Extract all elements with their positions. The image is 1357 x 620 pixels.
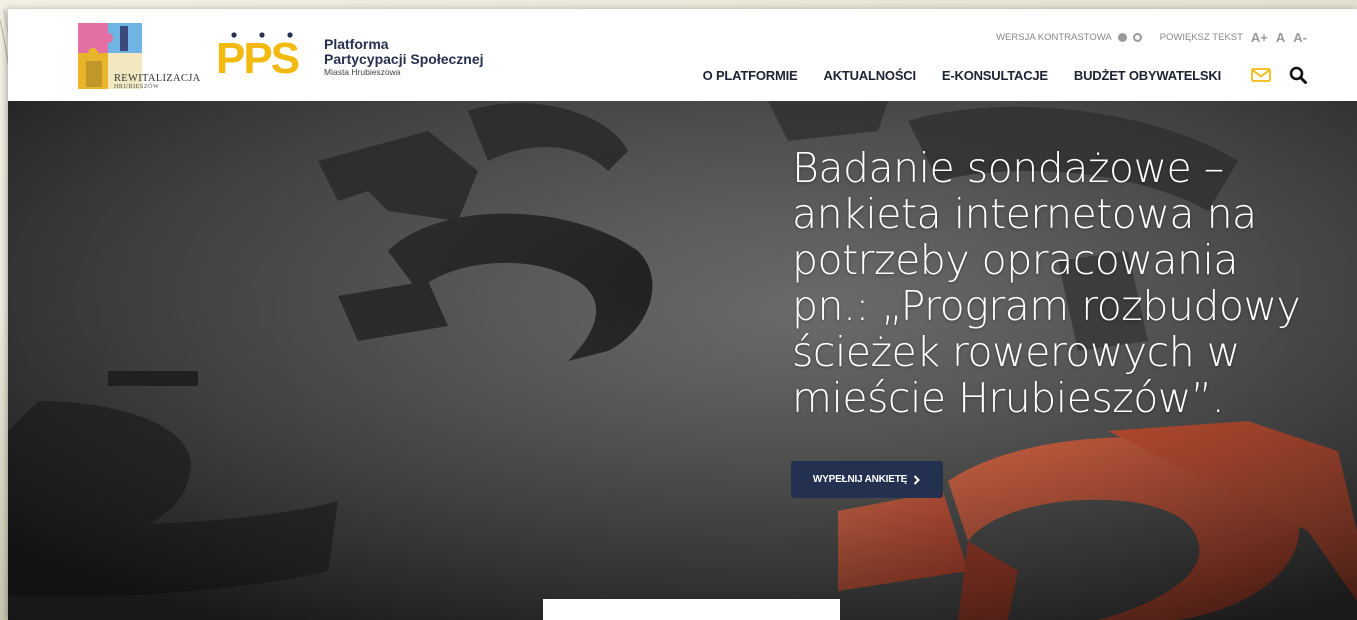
pps-dot-2 <box>259 32 265 38</box>
content-tab-placeholder <box>543 599 840 620</box>
mail-icon[interactable] <box>1251 68 1271 82</box>
contrast-label: WERSJA KONTRASTOWA <box>996 31 1112 43</box>
chevron-right-icon <box>913 474 921 485</box>
nav-item-aktualnosci[interactable]: AKTUALNOŚCI <box>824 68 917 83</box>
text-size-increase-button[interactable]: A+ <box>1251 30 1268 45</box>
search-icon[interactable] <box>1289 66 1307 84</box>
hero-title: Badanie sondażowe – ankieta internetowa … <box>792 144 1301 422</box>
contrast-toggle[interactable]: WERSJA KONTRASTOWA <box>996 32 1142 43</box>
accessibility-bar: WERSJA KONTRASTOWA POWIĘKSZ TEKST A+ A A… <box>996 29 1307 45</box>
fill-survey-button[interactable]: WYPEŁNIJ ANKIETĘ <box>791 461 943 498</box>
main-nav: O PLATFORMIE AKTUALNOŚCI E-KONSULTACJE B… <box>677 66 1307 84</box>
pps-logo-text: PPS <box>216 34 299 79</box>
nav-item-budzet-obywatelski[interactable]: BUDŻET OBYWATELSKI <box>1074 68 1221 83</box>
rewitalizacja-subtitle: HRUBIESZÓW <box>114 84 160 90</box>
brand-line-3: Miasta Hrubieszowa <box>324 67 401 77</box>
brand-line-2: Partycypacji Społecznej <box>324 51 484 67</box>
rewitalizacja-title: REWITALIZACJA <box>114 73 201 84</box>
brand-line-1: Platforma <box>324 36 389 52</box>
text-size-label: POWIĘKSZ TEKST <box>1159 31 1243 43</box>
text-size-decrease-button[interactable]: A- <box>1293 30 1307 45</box>
contrast-light-icon[interactable] <box>1132 32 1142 42</box>
nav-item-e-konsultacje[interactable]: E-KONSULTACJE <box>942 68 1048 83</box>
pps-dot-3 <box>287 32 293 38</box>
contrast-dark-icon[interactable] <box>1117 32 1127 42</box>
rewitalizacja-logo[interactable]: REWITALIZACJA HRUBIESZÓW <box>76 21 200 91</box>
pps-dot-1 <box>231 32 237 38</box>
text-size-normal-button[interactable]: A <box>1276 30 1285 45</box>
fill-survey-label: WYPEŁNIJ ANKIETĘ <box>812 474 908 485</box>
pps-logo[interactable]: PPS <box>214 29 314 79</box>
nav-item-o-platformie[interactable]: O PLATFORMIE <box>703 68 798 83</box>
hero-banner: Badanie sondażowe – ankieta internetowa … <box>8 101 1357 620</box>
browser-page: REWITALIZACJA HRUBIESZÓW PPS Platforma P… <box>8 9 1357 620</box>
brand-name[interactable]: Platforma Partycypacji Społecznej Miasta… <box>324 37 484 78</box>
site-header: REWITALIZACJA HRUBIESZÓW PPS Platforma P… <box>8 9 1357 101</box>
